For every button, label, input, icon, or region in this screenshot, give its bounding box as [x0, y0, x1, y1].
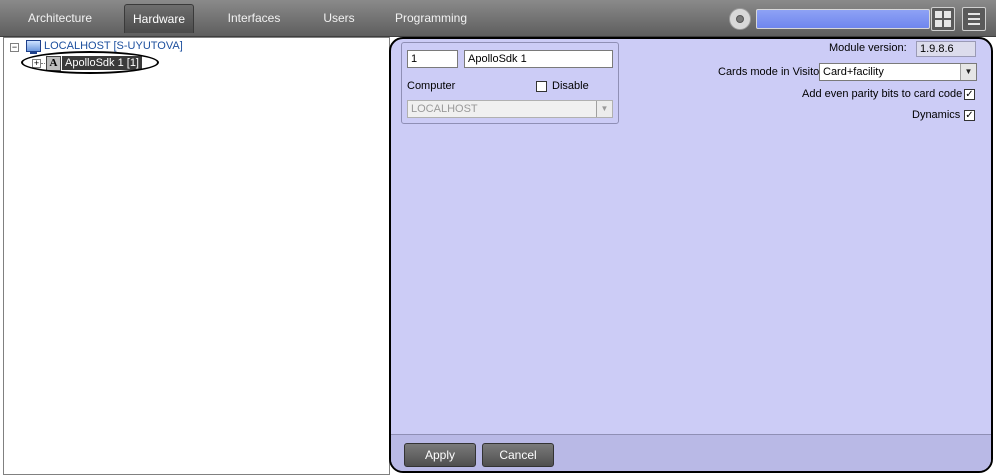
computer-label: Computer	[407, 80, 456, 92]
tab-interfaces[interactable]: Interfaces	[218, 4, 290, 32]
cancel-button[interactable]: Cancel	[482, 443, 554, 467]
settings-gear-icon[interactable]	[729, 8, 751, 30]
chevron-down-icon: ▼	[960, 64, 976, 80]
even-parity-checkbox[interactable]: ✓	[964, 89, 975, 100]
hardware-tree-panel: − LOCALHOST [S-UYUTOVA] + A ApolloSdk 1 …	[3, 37, 390, 475]
tab-users[interactable]: Users	[314, 4, 364, 32]
cards-mode-value: Card+facility	[823, 66, 884, 78]
even-parity-label: Add even parity bits to card code	[802, 88, 963, 100]
action-footer: Apply Cancel	[391, 434, 991, 471]
disable-label: Disable	[552, 80, 589, 92]
tab-architecture[interactable]: Architecture	[18, 4, 102, 32]
menu-list-icon[interactable]	[962, 7, 986, 31]
properties-panel: Computer Disable LOCALHOST ▼ Module vers…	[389, 37, 993, 473]
cards-mode-label: Cards mode in Visitor	[718, 66, 823, 78]
highlight-ellipse	[21, 51, 159, 74]
chevron-down-icon: ▼	[596, 101, 612, 117]
search-input[interactable]	[756, 9, 930, 29]
layout-grid-icon[interactable]	[931, 7, 955, 31]
disable-checkbox[interactable]	[536, 81, 547, 92]
object-id-input[interactable]	[407, 50, 458, 68]
module-version-label: Module version:	[829, 42, 907, 54]
apply-button[interactable]: Apply	[404, 443, 476, 467]
cards-mode-select[interactable]: Card+facility ▼	[819, 63, 977, 81]
computer-icon	[26, 40, 41, 54]
computer-select-value: LOCALHOST	[411, 103, 478, 115]
dynamics-checkbox[interactable]: ✓	[964, 110, 975, 121]
module-version-value: 1.9.8.6	[916, 41, 976, 57]
dynamics-label: Dynamics	[912, 109, 961, 121]
object-name-input[interactable]	[464, 50, 613, 68]
tab-hardware[interactable]: Hardware	[124, 4, 194, 33]
collapse-root-icon[interactable]: −	[10, 43, 19, 52]
top-navigation-bar: Architecture Hardware Interfaces Users P…	[0, 0, 996, 37]
tab-programming[interactable]: Programming	[390, 4, 472, 32]
tree-node-localhost[interactable]: LOCALHOST [S-UYUTOVA]	[44, 40, 183, 52]
object-identity-group: Computer Disable LOCALHOST ▼	[401, 42, 619, 124]
computer-select[interactable]: LOCALHOST ▼	[407, 100, 613, 118]
